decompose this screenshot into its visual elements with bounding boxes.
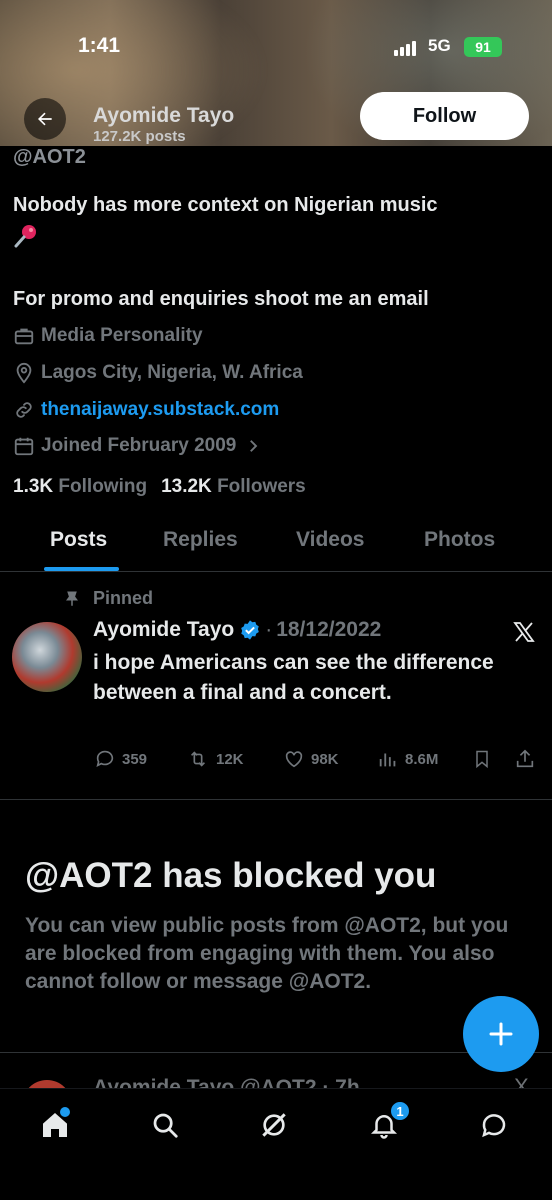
bottom-navigation: 1 (0, 1088, 552, 1200)
post-header: Ayomide Tayo · 18/12/2022 (93, 618, 381, 642)
battery-indicator: 91 (464, 37, 502, 57)
notifications-badge: 1 (390, 1101, 410, 1121)
share-button[interactable] (514, 748, 542, 770)
compose-button[interactable] (463, 996, 539, 1072)
profile-joined[interactable]: Joined February 2009 (13, 433, 268, 459)
tab-photos[interactable]: Photos (424, 528, 495, 552)
profile-location: Lagos City, Nigeria, W. Africa (13, 360, 303, 386)
post-actions: 359 12K 98K 8.6M (0, 748, 552, 774)
follow-counts: 1.3K Following 13.2K Followers (13, 476, 306, 498)
header-posts-count: 127.2K posts (93, 128, 186, 145)
pushpin-emoji-icon (14, 224, 36, 248)
messages-icon (482, 1114, 506, 1138)
nav-messages[interactable] (474, 1105, 514, 1145)
website-link[interactable]: thenaijaway.substack.com (41, 399, 279, 421)
link-icon (16, 402, 32, 418)
status-bar: 1:41 5G 91 (0, 28, 552, 68)
nav-home[interactable] (35, 1105, 75, 1145)
reply-icon (96, 750, 114, 767)
follow-button[interactable]: Follow (360, 92, 529, 140)
chevron-right-icon (250, 440, 258, 452)
back-button[interactable] (24, 98, 66, 140)
location-pin-icon (16, 362, 32, 384)
following-count: 1.3K (13, 476, 54, 497)
bookmark-icon (476, 750, 488, 769)
post-date[interactable]: 18/12/2022 (276, 618, 381, 642)
reply-count: 359 (122, 750, 148, 768)
views-icon (379, 753, 396, 767)
category-text: Media Personality (41, 325, 203, 346)
home-new-dot (60, 1107, 70, 1117)
repost-button[interactable]: 12K (186, 748, 244, 770)
tab-videos[interactable]: Videos (296, 528, 364, 552)
blocked-title: @AOT2 has blocked you (25, 856, 437, 895)
briefcase-icon (14, 328, 34, 345)
following-link[interactable]: 1.3K Following (13, 476, 147, 498)
nav-search[interactable] (145, 1105, 185, 1145)
post-divider (0, 799, 552, 800)
post-text[interactable]: i hope Americans can see the difference … (93, 648, 533, 708)
header-name: Ayomide Tayo (93, 104, 235, 127)
profile-website[interactable]: thenaijaway.substack.com (13, 397, 279, 423)
calendar-icon (14, 437, 34, 456)
tab-replies[interactable]: Replies (163, 528, 238, 552)
network-type: 5G (428, 36, 451, 55)
reply-button[interactable]: 359 (94, 748, 147, 770)
bookmark-button[interactable] (472, 748, 498, 770)
following-label: Following (58, 476, 148, 497)
search-icon (153, 1113, 178, 1138)
bio-line-2: For promo and enquiries shoot me an emai… (13, 288, 429, 310)
like-button[interactable]: 98K (283, 748, 339, 770)
profile-handle: @AOT2 (13, 146, 86, 168)
post-separator: · (265, 618, 273, 641)
views-button[interactable]: 8.6M (377, 748, 438, 770)
location-text: Lagos City, Nigeria, W. Africa (41, 362, 303, 383)
verified-badge-icon (241, 620, 260, 640)
followers-label: Followers (217, 476, 306, 497)
like-count: 98K (311, 750, 339, 768)
like-icon (285, 751, 303, 768)
compose-plus-icon (489, 1022, 513, 1046)
profile-bio: Nobody has more context on Nigerian musi… (13, 190, 533, 250)
avatar[interactable] (12, 622, 82, 692)
followers-link[interactable]: 13.2K Followers (161, 476, 306, 498)
grok-icon (262, 1113, 286, 1137)
back-arrow-icon (38, 112, 52, 126)
status-time: 1:41 (78, 34, 121, 57)
blocked-message: You can view public posts from @AOT2, bu… (25, 914, 509, 993)
followers-count: 13.2K (161, 476, 212, 497)
profile-tabs: Posts Replies Videos Photos (0, 512, 552, 572)
active-tab-indicator (44, 567, 119, 571)
pinned-label: Pinned (93, 588, 154, 608)
nav-notifications[interactable]: 1 (364, 1101, 410, 1145)
repost-count: 12K (216, 750, 244, 768)
share-icon (516, 749, 534, 768)
signal-icon (394, 40, 420, 56)
x-logo-icon[interactable] (512, 620, 536, 644)
profile-top-bar: Ayomide Tayo 127.2K posts Follow (0, 90, 552, 146)
post-author[interactable]: Ayomide Tayo (93, 618, 234, 642)
joined-text: Joined February 2009 (41, 435, 237, 456)
repost-icon (190, 751, 206, 767)
nav-grok[interactable] (254, 1105, 294, 1145)
pinned-label-row: Pinned (63, 588, 153, 609)
pushpin-icon (66, 591, 78, 606)
tab-posts[interactable]: Posts (50, 528, 107, 552)
profile-category: Media Personality (13, 323, 203, 349)
views-count: 8.6M (405, 750, 439, 768)
bio-line-1: Nobody has more context on Nigerian musi… (13, 194, 438, 216)
